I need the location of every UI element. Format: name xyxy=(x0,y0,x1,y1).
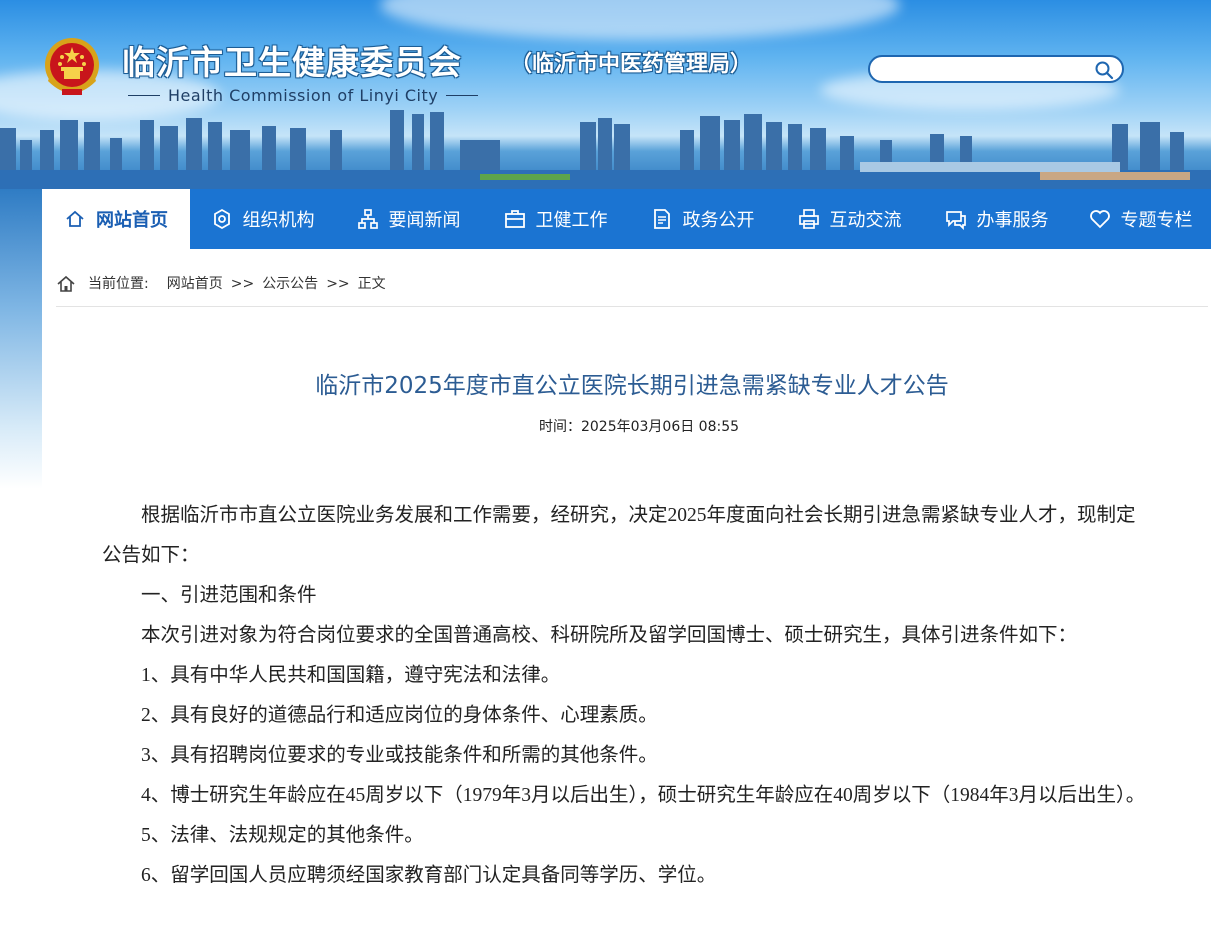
nav-item-organization[interactable]: 组织机构 xyxy=(190,189,335,249)
sitemap-icon xyxy=(357,209,378,229)
article-time: 时间：2025年03月06日 08:55 xyxy=(538,419,740,435)
national-emblem-icon xyxy=(45,38,99,95)
site-title: 临沂市卫生健康委员会 xyxy=(122,43,462,82)
main-nav: 网站首页 组织机构 要闻新闻 卫健工作 政务公开 互动交流 办事服务 专题专栏 xyxy=(42,189,1211,249)
nav-item-label: 卫健工作 xyxy=(535,210,608,231)
article-paragraph: 6、留学回国人员应聘须经国家教育部门认定具备同等学历、学位。 xyxy=(141,865,717,886)
breadcrumb-current: 正文 xyxy=(357,276,386,292)
heart-icon xyxy=(1089,210,1110,229)
nav-item-special-topics[interactable]: 专题专栏 xyxy=(1070,189,1211,249)
toolbox-icon xyxy=(504,210,525,228)
article-title: 临沂市2025年度市直公立医院长期引进急需紧缺专业人才公告 xyxy=(315,373,949,399)
nav-item-label: 要闻新闻 xyxy=(388,210,461,231)
nav-item-news[interactable]: 要闻新闻 xyxy=(335,189,482,249)
breadcrumb-separator: >> xyxy=(230,276,255,292)
nav-item-home[interactable]: 网站首页 xyxy=(42,189,190,249)
article-paragraph: 一、引进范围和条件 xyxy=(141,585,317,606)
article-paragraph: 1、具有中华人民共和国国籍，遵守宪法和法律。 xyxy=(141,665,561,686)
service-icon xyxy=(945,211,966,230)
article-paragraph: 5、法律、法规规定的其他条件。 xyxy=(141,825,424,846)
article-body: 根据临沂市市直公立医院业务发展和工作需要，经研究，决定2025年度面向社会长期引… xyxy=(102,496,1148,896)
nav-item-label: 专题专栏 xyxy=(1120,210,1193,231)
site-subtitle: （临沂市中医药管理局） xyxy=(510,52,753,77)
home-icon xyxy=(66,210,84,227)
search-input[interactable] xyxy=(882,59,1096,81)
banner-cloud xyxy=(380,0,900,40)
city-skyline-image xyxy=(0,110,1211,189)
breadcrumb-link-notices[interactable]: 公示公告 xyxy=(262,270,318,298)
search-icon[interactable] xyxy=(1094,60,1114,80)
breadcrumb-separator: >> xyxy=(326,276,350,292)
divider xyxy=(128,95,160,96)
nav-item-label: 网站首页 xyxy=(96,210,168,231)
nav-item-services[interactable]: 办事服务 xyxy=(923,189,1070,249)
breadcrumb-link-home[interactable]: 网站首页 xyxy=(167,270,223,298)
nav-item-interaction[interactable]: 互动交流 xyxy=(776,189,923,249)
nav-item-label: 办事服务 xyxy=(976,210,1049,231)
breadcrumb: 当前位置: 网站首页 >> 公示公告 >> 正文 xyxy=(56,270,1208,307)
article-paragraph: 2、具有良好的道德品行和适应岗位的身体条件、心理素质。 xyxy=(141,705,658,726)
nav-item-health-work[interactable]: 卫健工作 xyxy=(482,189,629,249)
side-decoration xyxy=(0,189,42,489)
breadcrumb-label: 当前位置: xyxy=(88,276,149,292)
article-paragraph: 本次引进对象为符合岗位要求的全国普通高校、科研院所及留学回国博士、硕士研究生，具… xyxy=(141,625,1078,646)
search-box[interactable] xyxy=(868,55,1124,83)
nav-item-label: 组织机构 xyxy=(242,210,315,231)
article-paragraph: 3、具有招聘岗位要求的专业或技能条件和所需的其他条件。 xyxy=(141,745,658,766)
article-paragraph: 根据临沂市市直公立医院业务发展和工作需要，经研究，决定2025年度面向社会长期引… xyxy=(102,505,1136,566)
document-icon xyxy=(653,209,670,229)
nav-item-label: 互动交流 xyxy=(829,210,902,231)
divider xyxy=(446,95,479,96)
print-icon xyxy=(798,209,819,229)
nav-item-label: 政务公开 xyxy=(682,210,755,231)
site-banner: 临沂市卫生健康委员会 （临沂市中医药管理局） Health Commission… xyxy=(0,0,1211,189)
home-icon xyxy=(57,275,75,292)
article-paragraph: 4、博士研究生年龄应在45周岁以下（1979年3月以后出生），硕士研究生年龄应在… xyxy=(141,785,1146,806)
settings-icon xyxy=(213,208,230,230)
nav-item-gov-affairs[interactable]: 政务公开 xyxy=(629,189,776,249)
